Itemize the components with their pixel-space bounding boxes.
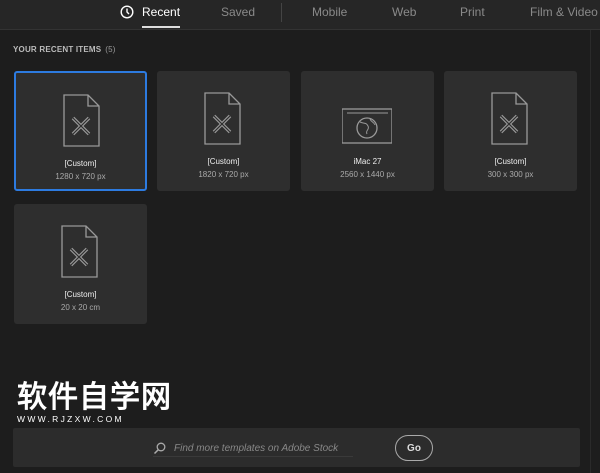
item-title: iMac 27 [353,157,382,166]
top-tabs: Recent Saved Mobile Web Print Film & Vid… [0,0,600,30]
go-button[interactable]: Go [395,435,433,461]
item-size: 1820 x 720 px [198,170,249,179]
tab-saved[interactable]: Saved [221,5,255,19]
watermark-logo: 软件自学网 WWW.RJZXW.COM [17,381,172,425]
item-count: (5) [105,45,116,54]
item-title: [Custom] [207,157,240,166]
item-size: 20 x 20 cm [60,303,101,312]
document-icon [491,92,528,145]
recent-item-card[interactable]: iMac 27 2560 x 1440 px [301,71,434,191]
search-icon [153,442,166,455]
document-icon [63,94,100,147]
item-title: [Custom] [494,157,527,166]
document-icon [61,225,98,278]
tab-film-video[interactable]: Film & Video [530,5,598,19]
recent-item-card[interactable]: [Custom] 300 x 300 px [444,71,577,191]
web-icon [342,108,392,144]
search-input[interactable]: Find more templates on Adobe Stock [153,440,353,457]
item-size: 2560 x 1440 px [340,170,395,179]
section-title-text: YOUR RECENT ITEMS [13,45,102,54]
item-size: 1280 x 720 px [55,172,106,181]
watermark-en: WWW.RJZXW.COM [17,414,124,424]
tab-divider [281,3,282,22]
tab-mobile[interactable]: Mobile [312,5,347,19]
document-icon [204,92,241,145]
stock-search-bar: Find more templates on Adobe Stock Go [13,428,580,467]
item-title: [Custom] [64,159,97,168]
item-size: 300 x 300 px [487,170,534,179]
recent-item-card[interactable]: [Custom] 1820 x 720 px [157,71,290,191]
tab-recent[interactable]: Recent [122,5,181,28]
scrollbar[interactable] [590,30,591,473]
item-title: [Custom] [64,290,97,299]
search-placeholder: Find more templates on Adobe Stock [174,443,339,454]
recent-item-card[interactable]: [Custom] 20 x 20 cm [14,204,147,324]
tab-web[interactable]: Web [392,5,416,19]
tab-print[interactable]: Print [460,5,485,19]
recent-item-card[interactable]: [Custom] 1280 x 720 px [14,71,147,191]
section-title: YOUR RECENT ITEMS (5) [13,45,116,54]
watermark-cn: 软件自学网 [17,381,172,414]
